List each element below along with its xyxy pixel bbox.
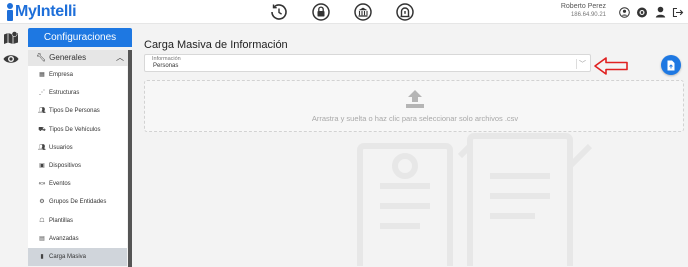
menu-item-label: Eventos <box>49 181 71 188</box>
menu-item-label: Usuarios <box>49 144 73 151</box>
top-bar: MyIntelli Roberto Perez 186.64.90.21 <box>0 0 688 24</box>
menu-item-label: Tipos De Vehículos <box>49 126 101 133</box>
menu-item-label: Empresa <box>49 72 74 78</box>
menu-item-label: Plantillas <box>49 217 74 224</box>
red-arrow-icon <box>594 57 628 75</box>
menu-item-empresa[interactable]: ▦ Empresa <box>28 66 127 84</box>
menu-item-label: Dispositivos <box>49 162 82 169</box>
menu-item-carga-masiva[interactable]: ▮ Carga Masiva <box>28 247 127 267</box>
people-icon: 👥︎ <box>38 108 46 115</box>
chevron-down-icon[interactable]: ﹀ <box>579 59 586 69</box>
map-icon[interactable] <box>3 30 19 46</box>
file-icon: ▮ <box>40 253 44 260</box>
device-icon: ▣ <box>39 162 45 169</box>
truck-icon: ⛟ <box>38 126 46 133</box>
template-icon: ☖ <box>39 217 45 224</box>
record-icon[interactable] <box>636 5 648 19</box>
menu-item-dispositivos[interactable]: ▣ Dispositivos <box>28 157 127 175</box>
menu-item-label: Grupos De Entidades <box>49 199 107 206</box>
select-label: Información <box>152 56 181 62</box>
menu-item-avanzadas[interactable]: ▤ Avanzadas <box>28 230 127 248</box>
menu-item-label: Avanzadas <box>49 235 79 242</box>
main-content: Carga Masiva de Información Información … <box>140 36 688 267</box>
file-upload-icon <box>667 60 675 70</box>
menu-item-grupos-de-entidades[interactable]: ⚙︎ Grupos De Entidades <box>28 193 127 211</box>
user-circle-icon[interactable] <box>618 5 630 19</box>
config-menu: ▦ Empresa ⋰ Estructuras 👥︎ Tipos De Persona… <box>28 66 127 267</box>
upload-file-button[interactable] <box>661 55 681 75</box>
alert-icon[interactable] <box>394 2 416 22</box>
user-ip: 186.64.90.21 <box>570 12 606 18</box>
dropzone-text: Arrastra y suelta o haz clic para selecc… <box>311 114 519 123</box>
csv-dropzone[interactable]: Arrastra y suelta o haz clic para selecc… <box>144 80 684 132</box>
sidebar-scrollbar[interactable] <box>128 50 132 267</box>
advanced-icon: ▤ <box>39 235 45 242</box>
menu-item-tipos-de-vehiculos[interactable]: ⛟ Tipos De Vehículos <box>28 121 127 139</box>
menu-item-label: Carga Masiva <box>49 253 87 260</box>
profile-icon[interactable] <box>654 5 666 19</box>
user-name: Roberto Perez <box>560 3 606 10</box>
eye-icon[interactable] <box>3 52 19 68</box>
group-label: Generales <box>49 53 87 62</box>
logo-person-icon <box>6 3 14 21</box>
group-generales[interactable]: 🔧︎ Generales ︿ <box>28 50 132 66</box>
lock-icon[interactable] <box>310 2 332 22</box>
app-logo[interactable]: MyIntelli <box>6 2 77 22</box>
clock-icon[interactable] <box>268 2 290 22</box>
menu-item-plantillas[interactable]: ☖ Plantillas <box>28 212 127 230</box>
cog-icon: ⚙︎ <box>39 199 45 206</box>
chevron-up-icon: ︿ <box>116 53 124 62</box>
left-rail <box>0 24 22 267</box>
user-info: Roberto Perez 186.64.90.21 <box>561 3 606 19</box>
top-nav-icons <box>268 2 416 22</box>
page-title: Carga Masiva de Información <box>144 39 288 51</box>
config-header[interactable]: Configuraciones <box>28 28 132 47</box>
upload-icon <box>406 90 424 108</box>
wrench-icon: 🔧︎ <box>36 53 47 62</box>
menu-item-label: Estructuras <box>49 90 80 97</box>
select-value: Personas <box>153 63 179 69</box>
menu-item-tipos-de-personas[interactable]: 👥︎ Tipos De Personas <box>28 102 127 120</box>
menu-item-usuarios[interactable]: 👥︎ Usuarios <box>28 139 127 157</box>
background-illustration <box>357 133 593 266</box>
users-icon: 👥︎ <box>38 144 46 151</box>
menu-item-estructuras[interactable]: ⋰ Estructuras <box>28 84 127 102</box>
structure-icon: ⋰ <box>39 90 45 97</box>
select-separator <box>576 59 577 69</box>
config-sidebar: Configuraciones 🔧︎ Generales ︿ ▦ Empresa ⋰… <box>28 28 132 267</box>
informacion-select[interactable]: Información Personas ﹀ <box>144 54 591 72</box>
user-actions <box>618 5 684 19</box>
bank-icon[interactable] <box>352 2 374 22</box>
menu-item-eventos[interactable]: «» Eventos <box>28 175 127 193</box>
building-icon: ▦ <box>39 72 45 78</box>
events-icon: «» <box>38 181 46 188</box>
logout-icon[interactable] <box>672 5 684 19</box>
logo-text: MyIntelli <box>15 3 77 20</box>
menu-item-label: Tipos De Personas <box>49 108 100 115</box>
